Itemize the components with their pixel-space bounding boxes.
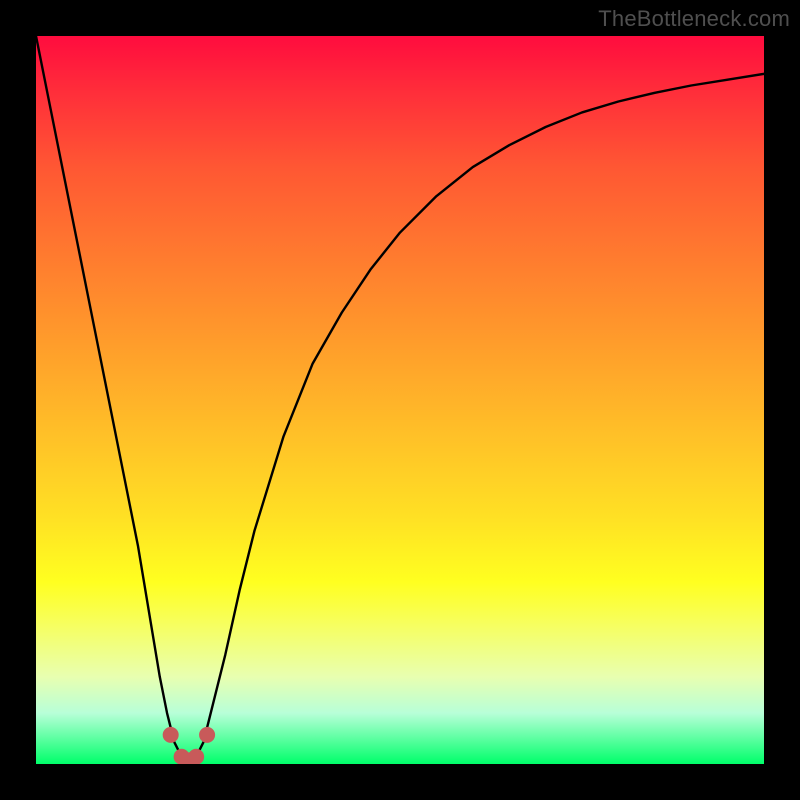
bottleneck-curve xyxy=(36,36,764,760)
chart-frame: TheBottleneck.com xyxy=(0,0,800,800)
curve-marker xyxy=(163,727,179,743)
watermark-text: TheBottleneck.com xyxy=(598,6,790,32)
curve-markers xyxy=(163,727,215,764)
curve-marker xyxy=(188,749,204,764)
curve-marker xyxy=(199,727,215,743)
curve-layer xyxy=(36,36,764,764)
plot-area xyxy=(36,36,764,764)
